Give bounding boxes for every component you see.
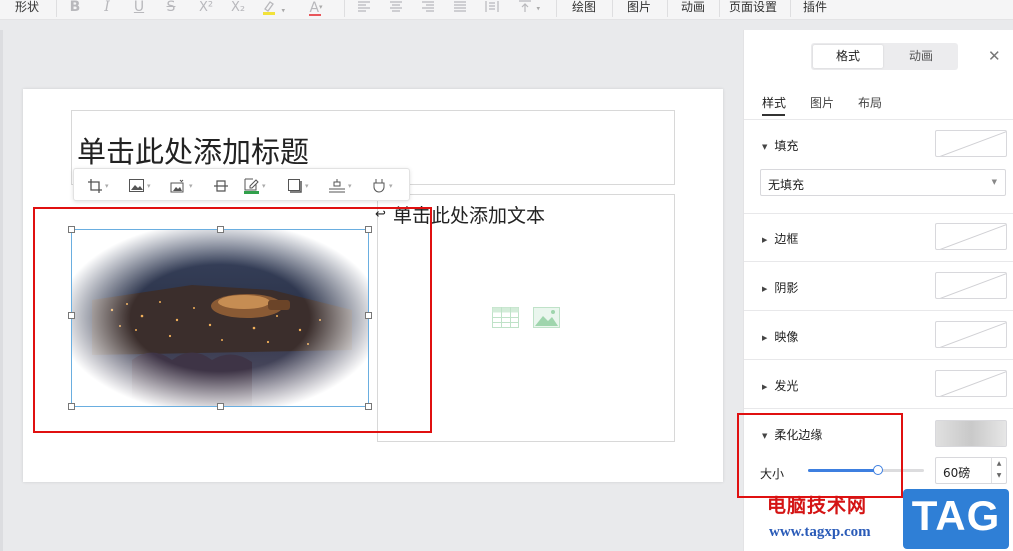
pane-tab-switch: 格式 动画 — [811, 43, 958, 70]
align-center-icon[interactable] — [388, 0, 404, 17]
align-icon — [214, 179, 228, 193]
highlight-button[interactable]: ▾ — [259, 0, 287, 17]
font-color-bar — [309, 13, 322, 16]
italic-button[interactable]: I — [99, 0, 115, 17]
watermark-url: www.tagxp.com — [769, 524, 871, 540]
tab-format[interactable]: 格式 — [813, 45, 883, 68]
pane-divider — [744, 213, 1013, 214]
soft-edges-size-stepper[interactable]: 60磅 ▲ ▼ — [935, 457, 1007, 484]
shape-menu[interactable]: 形状 — [15, 0, 39, 17]
site-watermark: 电脑技术网 www.tagxp.com TAG — [767, 486, 1013, 551]
top-toolbar: 形状 B I U S X² X₂ ▾ A ▾ ▾ 绘图 图片 动画 页面设置 插… — [0, 0, 1013, 20]
wrap-text-icon — [329, 178, 345, 193]
image-effect-icon — [170, 179, 186, 193]
font-color-button[interactable]: A ▾ — [302, 0, 330, 17]
close-icon[interactable]: ✕ — [988, 47, 1001, 65]
toolbar-divider — [556, 0, 557, 17]
underline-button[interactable]: U — [131, 0, 147, 17]
dropdown-arrow-icon: ▼ — [991, 178, 997, 186]
section-glow[interactable]: ▶ 发光 — [762, 377, 798, 394]
vertical-align-button[interactable]: ▾ — [514, 0, 544, 17]
toolbar-divider — [719, 0, 720, 17]
draw-menu[interactable]: 绘图 — [572, 0, 596, 17]
title-placeholder-text[interactable]: 单击此处添加标题 — [77, 129, 309, 171]
soft-edges-preset-swatch[interactable] — [935, 420, 1007, 447]
toolbar-divider — [344, 0, 345, 17]
reflection-swatch[interactable] — [935, 321, 1007, 348]
collapse-triangle-icon: ▼ — [762, 143, 768, 151]
section-fill[interactable]: ▼ 填充 — [762, 137, 798, 154]
pane-divider — [744, 359, 1013, 360]
picture-float-toolbar: ▾ ▾ ▾ ▾ ▾ ▾ ▾ — [73, 168, 410, 201]
crop-icon — [88, 178, 102, 193]
justify-icon[interactable] — [452, 0, 468, 17]
subtab-layout[interactable]: 布局 — [858, 94, 882, 111]
pane-divider — [744, 310, 1013, 311]
shadow-icon — [288, 178, 302, 193]
shadow-swatch[interactable] — [935, 272, 1007, 299]
insert-table-icon[interactable] — [492, 307, 519, 331]
tag-logo: TAG — [903, 489, 1009, 549]
section-reflection[interactable]: ▶ 映像 — [762, 328, 798, 345]
font-color-icon: A — [309, 0, 322, 16]
distributed-align-icon[interactable] — [484, 0, 500, 17]
shadow-button[interactable]: ▾ — [288, 177, 309, 194]
expand-triangle-icon: ▶ — [762, 383, 768, 391]
align-left-icon[interactable] — [356, 0, 372, 17]
insert-picture-icon[interactable] — [533, 307, 560, 331]
fill-type-dropdown[interactable]: 无填充 ▼ — [760, 169, 1006, 196]
thumbnail-strip-edge — [0, 30, 3, 551]
change-picture-button[interactable]: ▾ — [129, 177, 151, 194]
align-top-icon — [518, 0, 536, 17]
pane-divider — [744, 261, 1013, 262]
pane-divider — [744, 408, 1013, 409]
page-setup-menu[interactable]: 页面设置 — [729, 0, 777, 17]
picture-menu[interactable]: 图片 — [627, 0, 651, 17]
image-icon — [129, 179, 144, 192]
toolbar-divider — [667, 0, 668, 17]
subtab-picture[interactable]: 图片 — [810, 94, 834, 111]
plugin-menu[interactable]: 插件 — [803, 0, 827, 17]
toolbar-divider — [790, 0, 791, 17]
toolbar-divider — [56, 0, 57, 17]
stepper-down-icon[interactable]: ▼ — [992, 470, 1006, 482]
more-options-button[interactable]: ▾ — [372, 177, 393, 194]
superscript-button[interactable]: X² — [195, 0, 217, 17]
watermark-cn-text: 电脑技术网 — [767, 495, 868, 517]
highlight-box-picture — [33, 207, 432, 433]
pen-icon — [244, 178, 259, 194]
border-swatch[interactable] — [935, 223, 1007, 250]
toolbar-divider — [612, 0, 613, 17]
glow-swatch[interactable] — [935, 370, 1007, 397]
crop-button[interactable]: ▾ — [88, 177, 109, 194]
text-wrap-button[interactable]: ▾ — [329, 177, 352, 194]
subtab-underline — [762, 114, 785, 116]
plug-icon — [372, 178, 386, 193]
highlighter-icon — [261, 1, 281, 19]
strikethrough-button[interactable]: S — [163, 0, 179, 17]
animation-menu[interactable]: 动画 — [681, 0, 705, 17]
picture-align-button[interactable] — [214, 177, 228, 194]
align-right-icon[interactable] — [420, 0, 436, 17]
outline-color-button[interactable]: ▾ — [244, 177, 266, 194]
expand-triangle-icon: ▶ — [762, 334, 768, 342]
subscript-button[interactable]: X₂ — [227, 0, 249, 17]
section-border[interactable]: ▶ 边框 — [762, 230, 798, 247]
expand-triangle-icon: ▶ — [762, 236, 768, 244]
bold-button[interactable]: B — [67, 0, 83, 17]
subtab-style[interactable]: 样式 — [762, 94, 786, 111]
section-shadow[interactable]: ▶ 阴影 — [762, 279, 798, 296]
stepper-up-icon[interactable]: ▲ — [992, 458, 1006, 470]
picture-effects-button[interactable]: ▾ — [170, 177, 193, 194]
pane-divider — [744, 119, 1013, 120]
fill-color-swatch[interactable] — [935, 130, 1007, 157]
tab-animation[interactable]: 动画 — [886, 45, 956, 68]
expand-triangle-icon: ▶ — [762, 285, 768, 293]
